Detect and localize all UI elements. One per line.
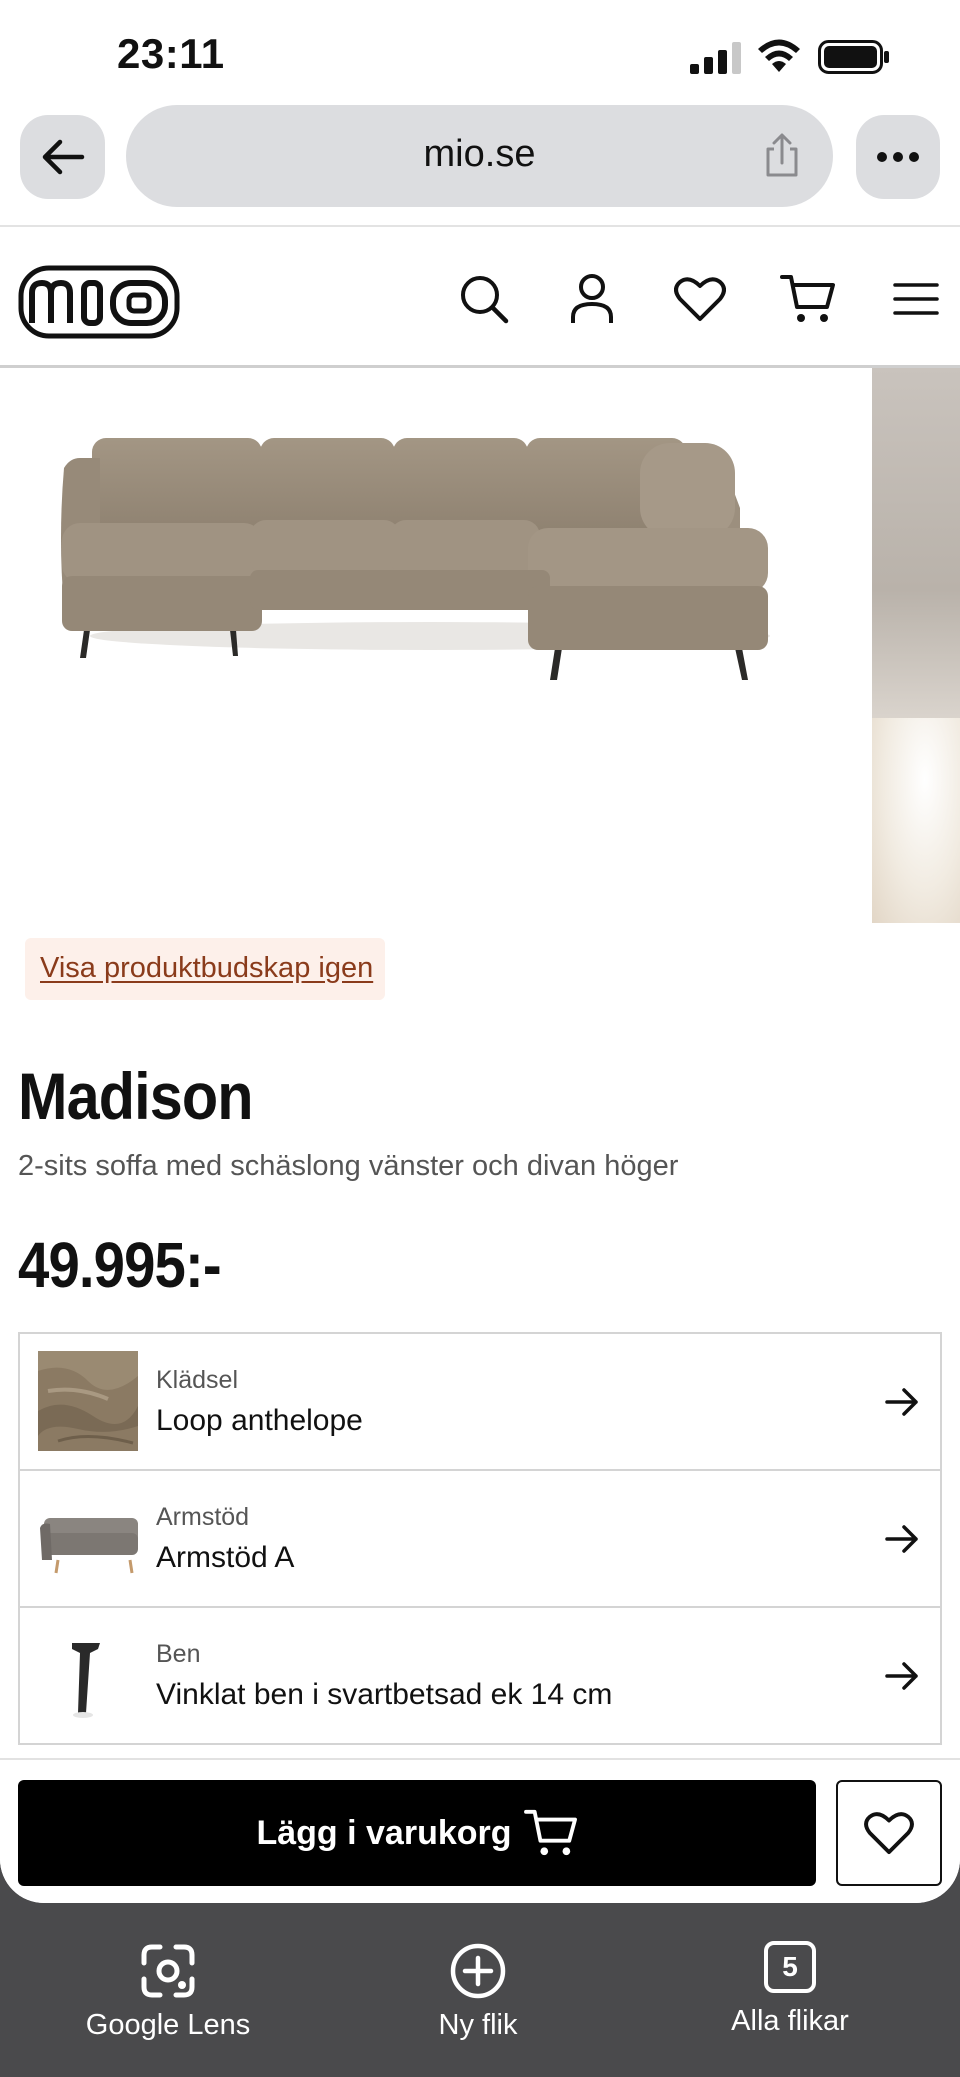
cellular-signal-icon — [690, 42, 741, 74]
tab-count: 5 — [782, 1951, 798, 1982]
arrow-left-icon — [42, 139, 84, 175]
product-title: Madison — [18, 1059, 254, 1133]
all-tabs-label: Alla flikar — [731, 2005, 849, 2037]
new-tab-label: Ny flik — [438, 2009, 518, 2041]
product-price: 49.995:- — [18, 1229, 222, 1301]
user-icon — [571, 274, 613, 323]
option-value: Loop anthelope — [156, 1404, 363, 1437]
hamburger-menu-icon — [893, 283, 939, 315]
leg-thumbnail-image — [38, 1625, 138, 1725]
google-lens-label: Google Lens — [85, 2009, 251, 2041]
wifi-icon — [758, 39, 800, 72]
search-icon — [461, 276, 509, 324]
show-product-message-link[interactable]: Visa produktbudskap igen — [25, 938, 385, 1000]
product-image-gallery[interactable] — [0, 368, 960, 923]
all-tabs-button[interactable]: 5 Alla flikar — [660, 1941, 920, 2038]
url-text: mio.se — [423, 133, 536, 175]
product-sofa-image[interactable] — [50, 398, 780, 688]
sticky-purchase-bar: Lägg i varukorg — [0, 1758, 960, 1903]
armrest-thumbnail-image — [38, 1488, 138, 1588]
google-lens-icon — [141, 1944, 195, 1998]
rug-image-detail — [872, 718, 960, 923]
option-row-armrest[interactable]: Armstöd Armstöd A — [20, 1471, 940, 1608]
tabs-count-icon: 5 — [764, 1941, 816, 1993]
arrow-right-icon — [885, 1662, 918, 1690]
arrow-right-icon — [885, 1525, 918, 1553]
option-value: Vinklat ben i svartbetsad ek 14 cm — [156, 1678, 613, 1711]
battery-icon — [818, 40, 889, 74]
show-product-message-text: Visa produktbudskap igen — [40, 952, 374, 984]
option-row-legs[interactable]: Ben Vinklat ben i svartbetsad ek 14 cm — [20, 1608, 940, 1745]
cart-button[interactable] — [780, 271, 836, 327]
menu-button[interactable] — [888, 271, 944, 327]
option-label: Armstöd — [156, 1503, 250, 1531]
fabric-swatch-image — [38, 1351, 138, 1451]
site-header — [0, 227, 960, 367]
google-lens-button[interactable]: Google Lens — [38, 1941, 298, 2042]
status-time: 23:11 — [117, 30, 225, 77]
browser-address-bar-area: mio.se — [0, 105, 960, 227]
option-row-upholstery[interactable]: Klädsel Loop anthelope — [20, 1334, 940, 1471]
add-to-cart-label: Lägg i varukorg — [256, 1813, 512, 1852]
product-options-list: Klädsel Loop anthelope Armstöd Armstöd A — [18, 1332, 942, 1745]
cart-icon — [780, 275, 835, 322]
share-icon[interactable] — [761, 133, 803, 179]
arrow-right-icon — [885, 1388, 918, 1416]
next-product-image-peek[interactable] — [872, 368, 960, 923]
search-button[interactable] — [456, 271, 512, 327]
browser-bottom-toolbar: Google Lens Ny flik 5 Alla flikar — [0, 1903, 960, 2077]
ellipsis-icon — [877, 152, 919, 162]
address-bar[interactable]: mio.se — [126, 105, 833, 207]
more-options-button[interactable] — [856, 115, 940, 199]
option-value: Armstöd A — [156, 1541, 295, 1574]
option-label: Ben — [156, 1640, 201, 1668]
status-bar: 23:11 — [0, 0, 960, 105]
back-button[interactable] — [20, 115, 105, 199]
option-label: Klädsel — [156, 1366, 238, 1394]
plus-circle-icon — [450, 1943, 506, 1999]
mio-logo[interactable] — [18, 265, 180, 339]
heart-icon — [864, 1812, 914, 1855]
browser-screen: 23:11 mio.se Visa produktbudskap igen Ma… — [0, 0, 960, 1903]
product-subtitle: 2-sits soffa med schäslong vänster och d… — [18, 1150, 679, 1182]
add-to-cart-button[interactable]: Lägg i varukorg — [18, 1780, 816, 1886]
account-button[interactable] — [564, 271, 620, 327]
heart-icon — [674, 277, 726, 321]
wishlist-button[interactable] — [672, 271, 728, 327]
cart-icon — [523, 1809, 577, 1856]
add-to-wishlist-button[interactable] — [836, 1780, 942, 1886]
new-tab-button[interactable]: Ny flik — [348, 1941, 608, 2042]
